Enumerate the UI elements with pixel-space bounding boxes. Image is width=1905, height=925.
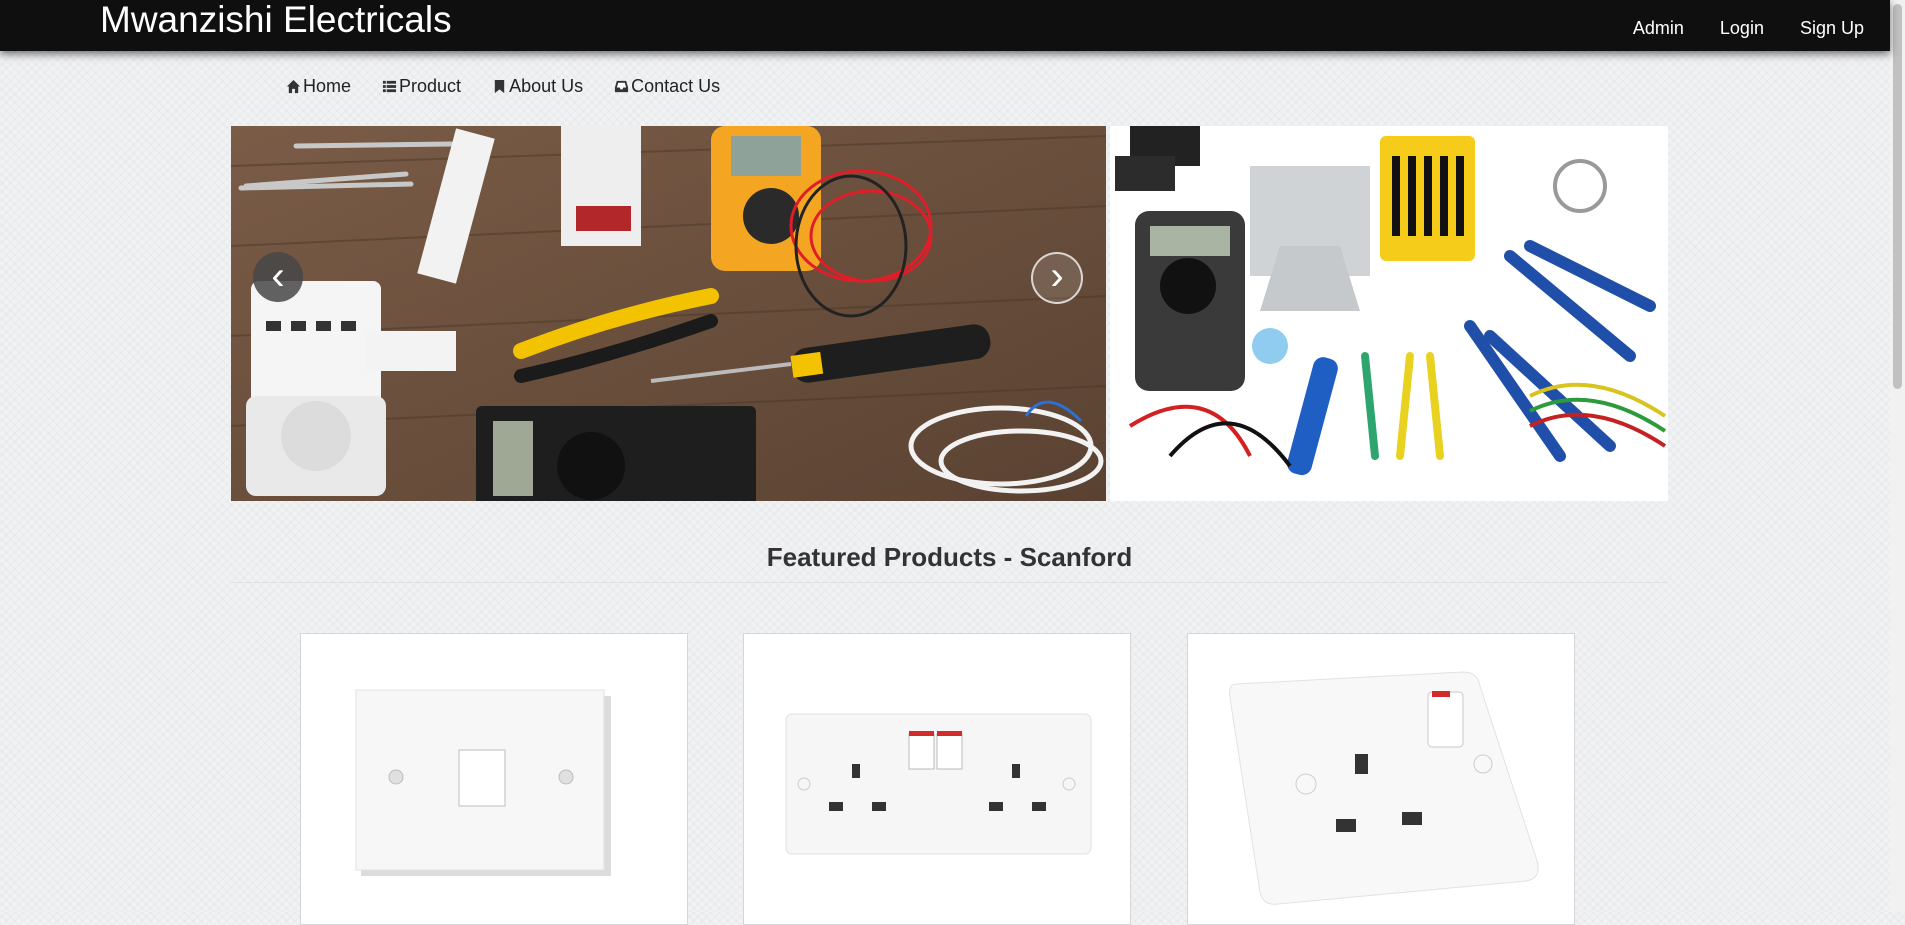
nav-home[interactable]: Home (286, 76, 351, 97)
top-links: Admin Login Sign Up (1597, 18, 1864, 39)
nav-home-label: Home (303, 76, 352, 96)
top-navbar: Mwanzishi Electricals Admin Login Sign U… (0, 0, 1890, 51)
carousel-prev-button[interactable]: ‹ (253, 252, 303, 302)
signup-link[interactable]: Sign Up (1800, 18, 1864, 39)
brand-logo-text[interactable]: Mwanzishi Electricals (100, 0, 452, 40)
tools-kit-image (1110, 126, 1668, 501)
scrollbar-thumb[interactable] (1893, 4, 1902, 389)
login-link[interactable]: Login (1720, 18, 1764, 39)
nav-about-label: About Us (509, 76, 584, 96)
list-icon (382, 80, 397, 93)
section-divider (231, 582, 1668, 583)
single-socket-image (1229, 671, 1539, 905)
bookmark-icon (494, 79, 505, 94)
electrical-tools-on-wood-image (231, 126, 1106, 501)
product-card[interactable] (743, 633, 1131, 925)
home-icon (286, 79, 301, 94)
vertical-scrollbar[interactable] (1890, 0, 1905, 912)
multimeter-and-tools-image (1110, 126, 1668, 501)
carousel-next-button[interactable]: › (1031, 252, 1083, 304)
nav-contact-label: Contact Us (631, 76, 721, 96)
nav-product-label: Product (399, 76, 462, 96)
light-switch-image (355, 689, 611, 876)
nav-product[interactable]: Product (382, 76, 461, 97)
featured-products-heading: Featured Products - Scanford (766, 542, 1133, 572)
product-card[interactable] (300, 633, 688, 925)
nav-contact[interactable]: Contact Us (614, 76, 720, 97)
main-nav: Home Product About Us Contact Us (286, 76, 751, 97)
double-socket-image (785, 713, 1092, 855)
inbox-icon (615, 80, 629, 93)
carousel-slide-image (231, 126, 1106, 501)
admin-link[interactable]: Admin (1633, 18, 1684, 39)
nav-about[interactable]: About Us (492, 76, 583, 97)
product-card[interactable] (1187, 633, 1575, 925)
